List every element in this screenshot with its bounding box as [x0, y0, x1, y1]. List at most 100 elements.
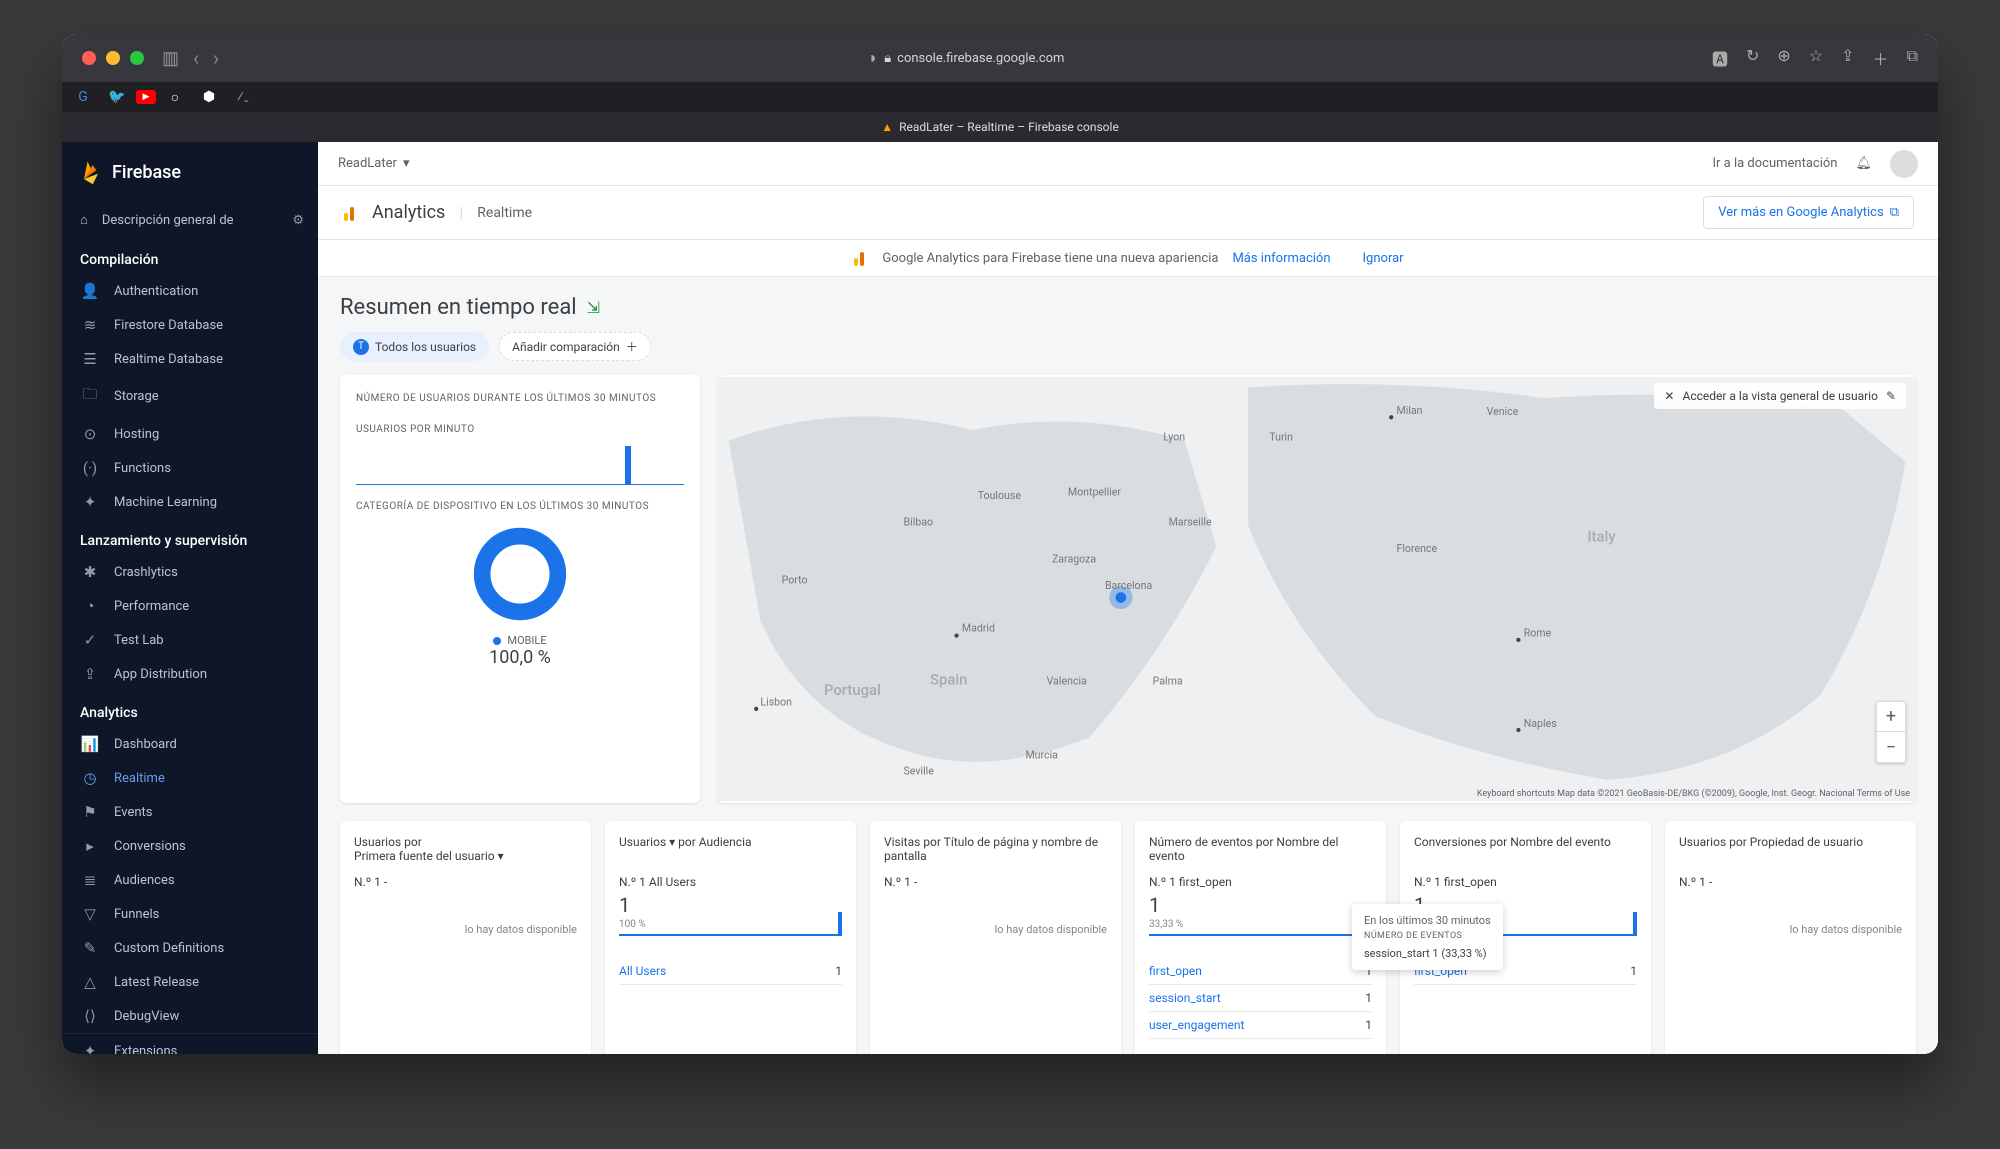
zoom-in-button[interactable]: + [1877, 702, 1905, 732]
sidebar-item-machine-learning[interactable]: ✦Machine Learning [62, 485, 318, 519]
tab-title: ▲ ReadLater – Realtime – Firebase consol… [62, 112, 1938, 142]
nav-icon: ⇪ [80, 665, 100, 683]
pinned-tab-youtube[interactable]: ▶ [136, 90, 156, 104]
nav-icon: 🗀 [80, 384, 100, 409]
translate-icon[interactable]: 🅰 [1712, 46, 1728, 70]
sidebar-toggle-icon[interactable]: ▥ [162, 48, 179, 69]
sidebar-item-authentication[interactable]: 👤Authentication [62, 274, 318, 308]
card-list: All Users1 [619, 958, 842, 985]
map-canvas[interactable]: Spain Portugal Italy Madrid Barcelona Za… [718, 375, 1916, 803]
tabs-icon[interactable]: ⧉ [1907, 46, 1918, 70]
analytics-icon [342, 205, 358, 221]
sidebar-item-extensions[interactable]: ✦ Extensions [62, 1034, 318, 1054]
sidebar-item-hosting[interactable]: ⊙Hosting [62, 417, 318, 451]
card-title: Usuarios por Propiedad de usuario [1679, 835, 1902, 865]
chip-add-comparison[interactable]: Añadir comparación ＋ [499, 332, 651, 361]
learn-more-link[interactable]: Más información [1232, 251, 1330, 266]
close-window-icon[interactable] [82, 51, 96, 65]
nav-icon: ▽ [80, 905, 100, 923]
pinned-tab[interactable]: ⬢ [194, 85, 224, 109]
avatar[interactable] [1890, 150, 1918, 178]
sidebar-item-conversions[interactable]: ▸Conversions [62, 829, 318, 863]
sidebar-item-realtime-database[interactable]: ☰Realtime Database [62, 342, 318, 376]
download-icon[interactable]: ⊕ [1777, 46, 1790, 70]
list-item[interactable]: first_open1 [1149, 958, 1372, 985]
sidebar-item-custom-definitions[interactable]: ✎Custom Definitions [62, 931, 318, 965]
chip-all-users[interactable]: T Todos los usuarios [340, 332, 489, 361]
bell-icon[interactable]: 🔔︎ [1855, 156, 1872, 171]
card-metric: 1 [1149, 893, 1372, 917]
shield-icon[interactable]: ◑ [867, 48, 877, 68]
nav-icon: ◷ [80, 769, 100, 787]
lock-icon: 🔒︎ [884, 51, 891, 66]
sidebar-item-performance[interactable]: ◔Performance [62, 589, 318, 623]
content-area: Resumen en tiempo real ⇲ T Todos los usu… [318, 277, 1938, 1054]
card-realtime-map[interactable]: Spain Portugal Italy Madrid Barcelona Za… [718, 375, 1916, 803]
card-rank: N.º 1 first_open [1149, 875, 1372, 889]
edit-icon[interactable]: ✎ [1886, 389, 1896, 403]
share-report-icon[interactable]: ⇲ [587, 298, 600, 317]
back-icon[interactable]: ‹ [193, 46, 199, 70]
nav-icon: 👤 [80, 282, 100, 300]
sidebar-item-overview[interactable]: ⌂Descripción general de ⚙ [62, 202, 318, 238]
nav-icon: ⚑ [80, 803, 100, 821]
sidebar-item-app-distribution[interactable]: ⇪App Distribution [62, 657, 318, 691]
realtime-cards-row: Usuarios porPrimera fuente del usuario ▾… [340, 821, 1916, 1054]
sidebar-item-events[interactable]: ⚑Events [62, 795, 318, 829]
card-rank: N.º 1 first_open [1414, 875, 1637, 889]
pinned-tab-google[interactable]: G [68, 85, 98, 109]
svg-text:Milan: Milan [1397, 404, 1423, 417]
realtime-card-0: Usuarios porPrimera fuente del usuario ▾… [340, 821, 591, 1054]
card-sub: 33,33 % [1149, 919, 1372, 936]
realtime-card-1: Usuarios ▾ por AudienciaN.º 1 All Users1… [605, 821, 856, 1054]
firebase-sidebar: Firebase ⌂Descripción general de ⚙ Compi… [62, 142, 318, 1054]
nav-icon: △ [80, 973, 100, 991]
pinned-tab[interactable]: ○ [160, 85, 190, 109]
sidebar-item-storage[interactable]: 🗀Storage [62, 376, 318, 417]
firebase-logo[interactable]: Firebase [62, 142, 318, 202]
project-selector[interactable]: ReadLater▾ [338, 156, 409, 171]
forward-icon[interactable]: › [213, 46, 219, 70]
open-google-analytics-button[interactable]: Ver más en Google Analytics⧉ [1703, 196, 1914, 229]
dismiss-button[interactable]: Ignorar [1363, 251, 1404, 266]
pinned-tab[interactable]: ⁄₋ [228, 85, 258, 109]
sidebar-item-dashboard[interactable]: 📊Dashboard [62, 727, 318, 761]
pinned-tab-twitter[interactable]: 🐦 [102, 85, 132, 109]
share-icon[interactable]: ⇪ [1841, 46, 1854, 70]
users-per-minute-sparkline [356, 443, 684, 485]
sidebar-item-crashlytics[interactable]: ✱Crashlytics [62, 555, 318, 589]
window-controls[interactable] [82, 51, 144, 65]
list-item[interactable]: user_engagement1 [1149, 1012, 1372, 1039]
user-overview-button[interactable]: ✕ Acceder a la vista general de usuario … [1654, 383, 1906, 409]
gear-icon[interactable]: ⚙ [292, 213, 304, 228]
bookmark-icon[interactable]: ☆ [1809, 46, 1823, 70]
list-item[interactable]: All Users1 [619, 958, 842, 985]
zoom-out-button[interactable]: − [1877, 732, 1905, 762]
sidebar-item-functions[interactable]: (·)Functions [62, 451, 318, 485]
reload-icon[interactable]: ↻ [1746, 46, 1759, 70]
nav-icon: (·) [80, 459, 100, 477]
maximize-window-icon[interactable] [130, 51, 144, 65]
sidebar-item-realtime[interactable]: ◷Realtime [62, 761, 318, 795]
project-topbar: ReadLater▾ Ir a la documentación 🔔︎ [318, 142, 1938, 186]
pinned-tabs: G 🐦 ▶ ○ ⬢ ⁄₋ [62, 82, 1938, 112]
sidebar-item-test-lab[interactable]: ✓Test Lab [62, 623, 318, 657]
svg-text:Bilbao: Bilbao [904, 515, 934, 528]
minimize-window-icon[interactable] [106, 51, 120, 65]
sidebar-item-audiences[interactable]: ≣Audiences [62, 863, 318, 897]
docs-link[interactable]: Ir a la documentación [1712, 156, 1837, 171]
sidebar-item-latest-release[interactable]: △Latest Release [62, 965, 318, 999]
home-icon: ⌂ [80, 212, 88, 228]
new-tab-icon[interactable]: ＋ [1873, 46, 1889, 70]
nav-icon: ✓ [80, 631, 100, 649]
svg-text:Naples: Naples [1524, 717, 1557, 730]
sidebar-item-firestore-database[interactable]: ≋Firestore Database [62, 308, 318, 342]
address-bar[interactable]: 🔒︎console.firebase.google.com [884, 51, 1064, 66]
nav-icon: ▸ [80, 837, 100, 855]
sidebar-item-funnels[interactable]: ▽Funnels [62, 897, 318, 931]
event-tooltip: En los últimos 30 minutos NÚMERO DE EVEN… [1352, 904, 1503, 970]
sidebar-item-debugview[interactable]: ⟨⟩DebugView [62, 999, 318, 1033]
list-item[interactable]: session_start1 [1149, 985, 1372, 1012]
device-category-donut [470, 524, 570, 624]
card-title: Conversiones por Nombre del evento [1414, 835, 1637, 865]
